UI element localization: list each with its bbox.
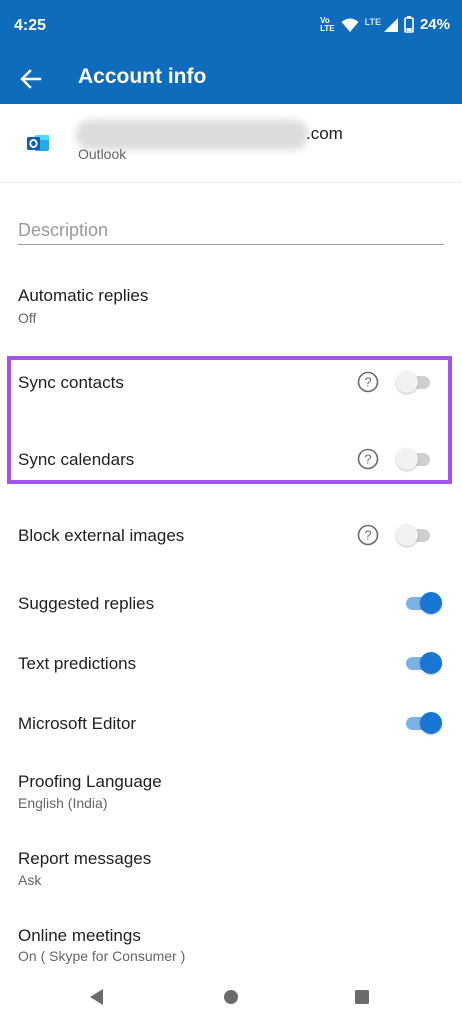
svg-text:?: ?	[364, 375, 371, 390]
signal-icon	[383, 17, 398, 32]
block-external-images-toggle[interactable]	[396, 523, 434, 547]
online-meetings-label: Online meetings	[18, 926, 141, 945]
toggle-thumb	[420, 712, 442, 734]
lte-label: LTE	[364, 16, 381, 27]
proofing-language-value: English (India)	[18, 795, 108, 811]
sync-contacts-toggle[interactable]	[396, 370, 434, 394]
sync-calendars-label: Sync calendars	[18, 450, 135, 469]
help-icon[interactable]: ?	[357, 524, 379, 546]
recents-nav-icon[interactable]	[351, 986, 373, 1008]
system-nav-bar	[0, 970, 462, 1024]
block-external-images-label: Block external images	[18, 526, 185, 545]
page-title: Account info	[78, 65, 207, 88]
status-icons: Vo LTE LTE 24%	[320, 16, 450, 33]
microsoft-editor-label: Microsoft Editor	[18, 714, 137, 733]
text-predictions-label: Text predictions	[18, 654, 137, 673]
svg-text:?: ?	[364, 452, 371, 467]
account-header: .com Outlook	[0, 104, 462, 183]
email-suffix: .com	[306, 124, 343, 143]
report-messages-label: Report messages	[18, 849, 152, 868]
back-nav-icon[interactable]	[86, 986, 108, 1008]
home-nav-icon[interactable]	[220, 986, 242, 1008]
suggested-replies-label: Suggested replies	[18, 594, 155, 613]
status-time: 4:25	[14, 17, 47, 34]
text-predictions-toggle[interactable]	[404, 651, 442, 675]
account-type: Outlook	[78, 146, 127, 162]
svg-text:?: ?	[364, 528, 371, 543]
toggle-thumb	[396, 371, 418, 393]
wifi-icon	[341, 18, 359, 32]
automatic-replies-label: Automatic replies	[18, 286, 149, 305]
help-icon[interactable]: ?	[357, 448, 379, 470]
automatic-replies-value: Off	[18, 310, 37, 326]
arrow-left-icon[interactable]	[16, 64, 46, 94]
toggle-thumb	[420, 592, 442, 614]
proofing-language-label: Proofing Language	[18, 772, 162, 791]
help-icon[interactable]: ?	[357, 371, 379, 393]
app-bar: Account info	[0, 54, 462, 104]
suggested-replies-toggle[interactable]	[404, 591, 442, 615]
sync-contacts-label: Sync contacts	[18, 373, 124, 392]
description-placeholder: Description	[18, 220, 109, 240]
microsoft-editor-toggle[interactable]	[404, 711, 442, 735]
toggle-thumb	[396, 524, 418, 546]
outlook-logo-icon	[27, 135, 49, 151]
online-meetings-value: On ( Skype for Consumer )	[18, 948, 186, 964]
volte-bottom: LTE	[320, 23, 335, 33]
report-messages-value: Ask	[18, 872, 42, 888]
toggle-thumb	[420, 652, 442, 674]
volte-indicator: Vo LTE	[320, 16, 335, 33]
battery-icon	[404, 16, 414, 33]
description-input[interactable]: Description	[18, 212, 444, 245]
sync-calendars-toggle[interactable]	[396, 447, 434, 471]
toggle-thumb	[396, 448, 418, 470]
status-bar: 4:25 Vo LTE LTE 24%	[0, 0, 462, 54]
battery-level: 24%	[419, 16, 450, 33]
